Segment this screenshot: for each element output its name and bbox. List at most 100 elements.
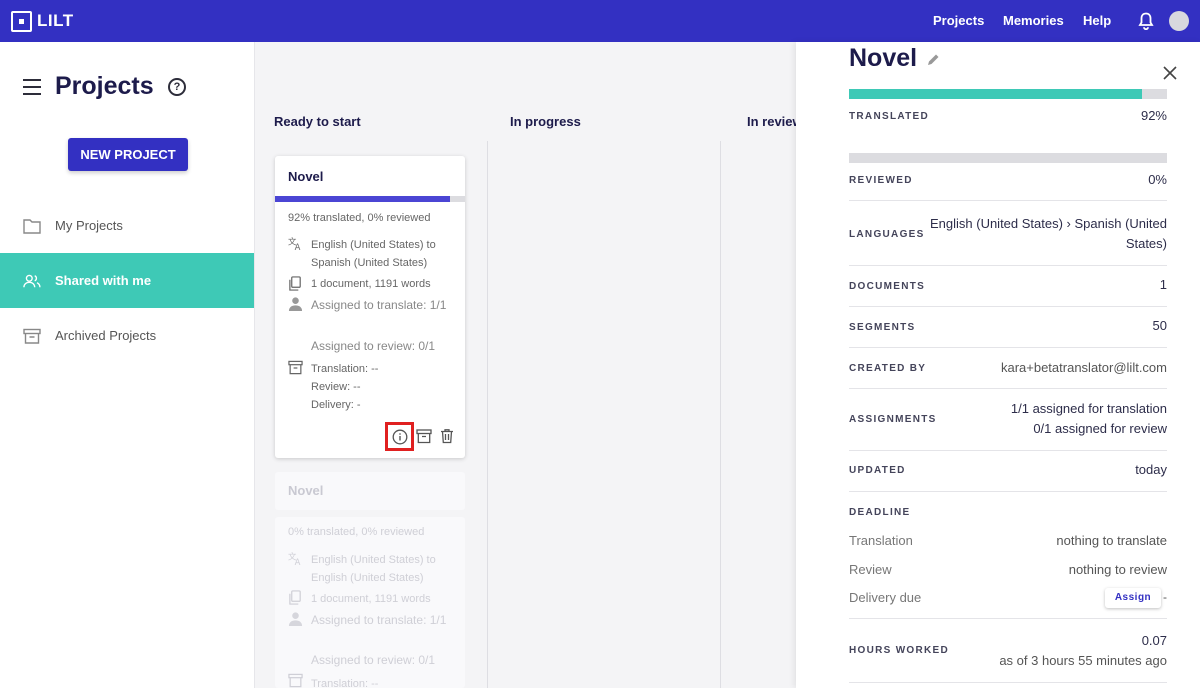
documents-value: 1 (1159, 277, 1167, 292)
card-progress-fill (275, 196, 450, 202)
translated-progress-bar (849, 89, 1167, 99)
column-divider (487, 141, 488, 688)
ghost-card-assigned-review: Assigned to review: 0/1 (311, 653, 436, 667)
project-details-panel: Novel TRANSLATED 92% REVIEWED 0% LANGUAG… (796, 42, 1200, 688)
sidebar: Projects ? NEW PROJECT My Projects Share… (0, 42, 255, 688)
divider (849, 450, 1167, 451)
divider (849, 347, 1167, 348)
languages-value: English (United States) › Spanish (Unite… (929, 216, 1167, 251)
card-delivery-deadline: Delivery: - (311, 399, 361, 411)
sidebar-item-archived-projects[interactable]: Archived Projects (0, 308, 254, 363)
nav-help[interactable]: Help (1083, 13, 1111, 28)
panel-title: Novel (849, 44, 918, 72)
top-bar: LILT Projects Memories Help (0, 0, 1200, 42)
user-avatar[interactable] (1169, 11, 1189, 31)
person-icon (288, 612, 303, 626)
archive-icon (288, 360, 303, 375)
divider (849, 618, 1167, 619)
created-by-value: kara+betatranslator@lilt.com (1000, 360, 1167, 375)
card-assigned-review: Assigned to review: 0/1 (311, 339, 436, 353)
card-progress-bar (275, 196, 465, 202)
folder-icon (23, 218, 41, 234)
archive-button[interactable] (416, 428, 432, 444)
nav-memories[interactable]: Memories (1003, 13, 1064, 28)
person-icon (288, 297, 303, 311)
card-documents: 1 document, 1191 words (311, 278, 431, 290)
logo-mark-icon (11, 10, 32, 32)
column-header-in-progress: In progress (510, 114, 581, 129)
edit-pencil-icon[interactable] (926, 53, 940, 67)
translate-icon: 文 A (288, 236, 301, 251)
assignments-review-link[interactable]: 0/1 assigned for review (1033, 419, 1167, 439)
help-icon[interactable]: ? (168, 78, 186, 96)
card-assigned-translate: Assigned to translate: 1/1 (311, 298, 447, 312)
hours-worked-value: 0.07 (1141, 633, 1167, 648)
svg-text:A: A (295, 242, 301, 251)
divider (849, 306, 1167, 307)
delivery-due-value: - (1163, 590, 1167, 604)
created-by-label: CREATED BY (849, 363, 927, 374)
users-icon (23, 274, 41, 287)
info-icon (392, 429, 407, 444)
ghost-card-documents: 1 document, 1191 words (311, 593, 431, 605)
segments-value: 50 (1152, 318, 1167, 333)
info-button[interactable] (385, 422, 414, 451)
svg-text:A: A (295, 557, 301, 566)
reviewed-label: REVIEWED (849, 175, 913, 186)
updated-value: today (1135, 462, 1167, 477)
card-review-deadline: Review: -- (311, 381, 361, 393)
card-summary: 92% translated, 0% reviewed (288, 212, 431, 224)
column-divider (720, 141, 721, 688)
hours-worked-label: HOURS WORKED (849, 645, 950, 656)
updated-label: UPDATED (849, 465, 906, 476)
lilt-logo[interactable]: LILT (11, 10, 74, 32)
assignments-translation-link[interactable]: 1/1 assigned for translation (1011, 399, 1167, 419)
deadline-review-label: Review (849, 562, 892, 577)
close-icon[interactable] (1163, 66, 1177, 80)
reviewed-progress-bar (849, 153, 1167, 163)
sidebar-item-label: Archived Projects (55, 328, 157, 343)
ghost-card-translation: Translation: -- (311, 678, 379, 688)
hours-worked-note: as of 3 hours 55 minutes ago (999, 653, 1167, 668)
column-header-ready: Ready to start (274, 114, 361, 129)
logo-text: LILT (37, 11, 74, 30)
ghost-card-header: Novel (275, 472, 465, 510)
documents-icon (289, 276, 301, 291)
column-header-in-review: In review (747, 114, 803, 129)
archive-icon (23, 328, 41, 344)
ghost-card-title: Novel (288, 483, 324, 498)
sidebar-item-label: Shared with me (55, 273, 152, 288)
assignments-label: ASSIGNMENTS (849, 414, 937, 425)
delivery-due-label: Delivery due (849, 590, 922, 605)
deadline-translation-value: nothing to translate (1056, 533, 1167, 548)
deadline-review-value: nothing to review (1068, 562, 1167, 577)
ghost-card-summary: 0% translated, 0% reviewed (288, 526, 425, 538)
card-translation-deadline: Translation: -- (311, 363, 379, 375)
ghost-card-assigned-translate: Assigned to translate: 1/1 (311, 613, 447, 627)
card-languages: English (United States) to Spanish (Unit… (311, 239, 436, 269)
card-title: Novel (288, 169, 324, 184)
page-title: Projects (55, 72, 154, 100)
divider (849, 200, 1167, 201)
translated-progress-fill (849, 89, 1142, 99)
nav-projects[interactable]: Projects (933, 13, 984, 28)
sidebar-item-label: My Projects (55, 218, 123, 233)
new-project-button[interactable]: NEW PROJECT (68, 138, 188, 171)
divider (849, 388, 1167, 389)
assign-button[interactable]: Assign (1105, 588, 1161, 608)
divider (849, 682, 1167, 683)
sidebar-item-shared-with-me[interactable]: Shared with me (0, 253, 254, 308)
delete-button[interactable] (439, 428, 455, 444)
documents-icon (289, 590, 301, 605)
translated-value: 92% (1140, 108, 1167, 123)
bell-icon[interactable] (1138, 12, 1154, 30)
menu-icon[interactable] (23, 79, 41, 95)
project-card[interactable]: Novel 92% translated, 0% reviewed 文 A En… (275, 156, 465, 458)
deadline-translation-label: Translation (849, 533, 913, 548)
translated-label: TRANSLATED (849, 111, 930, 122)
archive-icon (288, 673, 303, 688)
sidebar-item-my-projects[interactable]: My Projects (0, 198, 254, 253)
ghost-card-languages: English (United States) to English (Unit… (311, 554, 436, 584)
documents-label: DOCUMENTS (849, 281, 926, 292)
ghost-card-body: 0% translated, 0% reviewed 文 A English (… (275, 517, 465, 688)
